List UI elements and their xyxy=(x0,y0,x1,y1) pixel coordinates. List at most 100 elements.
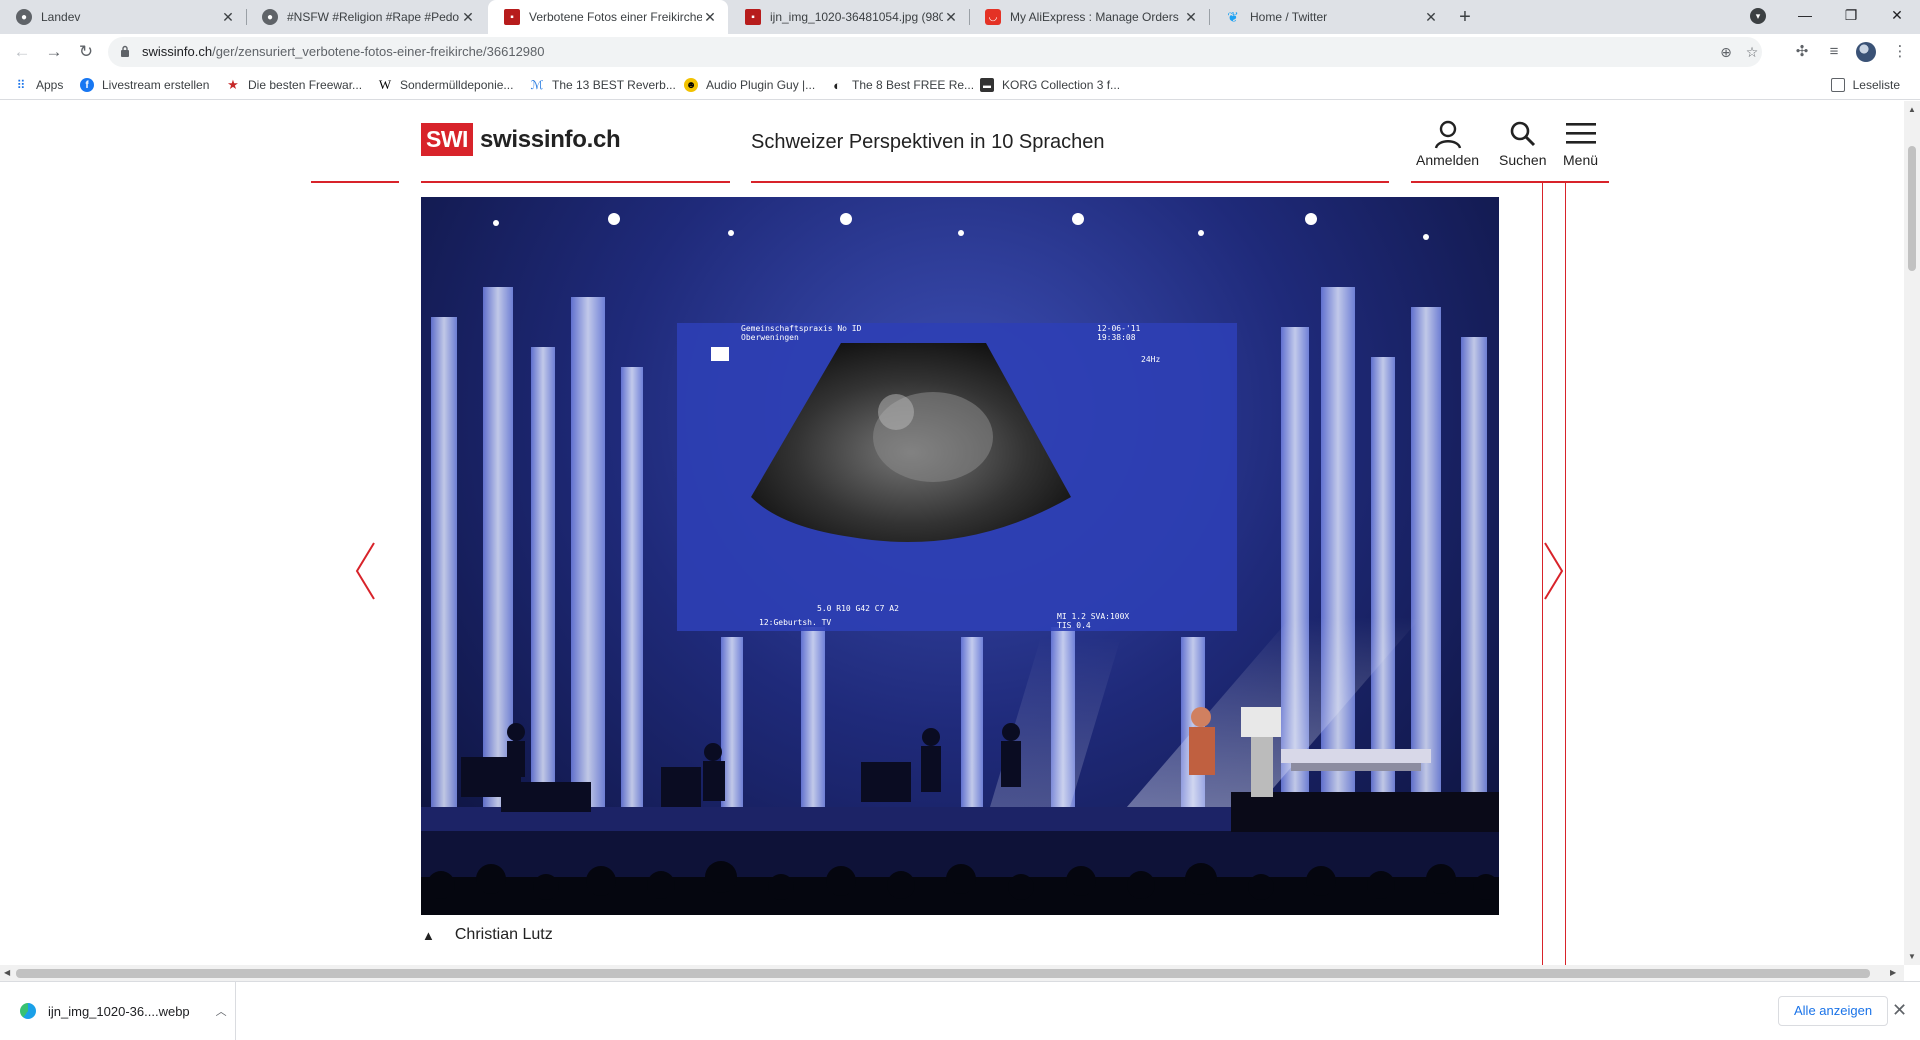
facebook-icon: f xyxy=(80,78,94,92)
download-item[interactable]: ijn_img_1020-36....webp ︿ xyxy=(0,982,236,1040)
show-all-downloads-button[interactable]: Alle anzeigen xyxy=(1778,996,1889,1026)
scroll-up-arrow-icon[interactable]: ▲ xyxy=(1908,105,1916,114)
menu-button[interactable]: Menü xyxy=(1563,119,1598,168)
bookmark-star-icon[interactable]: ☆ xyxy=(1742,42,1762,62)
close-tab-icon[interactable]: ✕ xyxy=(460,9,476,25)
lock-icon[interactable] xyxy=(120,45,130,57)
user-icon xyxy=(1434,120,1461,149)
music-icon: ℳ xyxy=(530,78,544,92)
photo-caption: ▲ Christian Lutz xyxy=(422,926,553,943)
swi-favicon-icon: ▪ xyxy=(745,9,761,25)
reading-list-icon xyxy=(1830,78,1845,92)
reading-list-button[interactable]: Leseliste xyxy=(1830,76,1900,94)
bookmark-livestream[interactable]: f Livestream erstellen xyxy=(80,76,209,94)
tab-verbotene-fotos[interactable]: ▪ Verbotene Fotos einer Freikirche ✕ xyxy=(488,0,728,34)
sidebar-divider xyxy=(1565,183,1566,965)
star-red-icon: ★ xyxy=(227,77,239,92)
search-button[interactable]: Suchen xyxy=(1499,119,1546,168)
bookmark-best-free[interactable]: ◐ The 8 Best FREE Re... xyxy=(830,76,974,94)
bookmark-korg[interactable]: ▬ KORG Collection 3 f... xyxy=(980,76,1120,94)
minimize-button[interactable]: — xyxy=(1782,0,1828,30)
close-window-button[interactable]: ✕ xyxy=(1874,0,1920,30)
swi-favicon-icon: ▪ xyxy=(504,9,520,25)
bookmark-reverb[interactable]: ℳ The 13 BEST Reverb... xyxy=(530,76,676,94)
back-button[interactable]: ← xyxy=(10,40,34,64)
tab-landev[interactable]: ● Landev ✕ xyxy=(0,0,247,34)
generic-globe-icon: ● xyxy=(16,9,32,25)
moon-icon: ◐ xyxy=(833,77,841,93)
new-tab-button[interactable]: + xyxy=(1453,5,1477,29)
korg-icon: ▬ xyxy=(980,78,994,92)
url-text[interactable]: swissinfo.ch/ger/zensuriert_verbotene-fo… xyxy=(142,44,545,59)
bookmark-sondermuell[interactable]: W Sondermülldeponie... xyxy=(378,76,514,94)
media-control-icon[interactable]: ≡ xyxy=(1822,40,1846,64)
vertical-scroll-thumb[interactable] xyxy=(1908,146,1916,271)
scan-time-text: 19:38:08 xyxy=(1097,333,1136,342)
plugin-guy-icon: ☻ xyxy=(684,78,698,92)
address-bar[interactable]: swissinfo.ch/ger/zensuriert_verbotene-fo… xyxy=(108,37,1762,67)
generic-globe-icon: ● xyxy=(262,9,278,25)
horizontal-scrollbar[interactable]: ◀ ▶ xyxy=(0,965,1904,981)
profile-avatar[interactable] xyxy=(1856,42,1876,62)
header-divider xyxy=(1411,181,1609,183)
caption-toggle-icon[interactable]: ▲ xyxy=(422,928,435,943)
bookmarks-bar: ⠿ Apps f Livestream erstellen ★ Die best… xyxy=(0,70,1920,100)
extensions-icon[interactable]: ✣ xyxy=(1790,40,1814,64)
scroll-left-arrow-icon[interactable]: ◀ xyxy=(4,968,10,977)
twitter-icon: ❦ xyxy=(1227,8,1239,25)
scan-location-text: Oberweningen xyxy=(741,333,799,342)
window-controls: — ❐ ✕ xyxy=(1782,0,1920,34)
tab-nsfw[interactable]: ● #NSFW #Religion #Rape #Pedo # ✕ xyxy=(246,0,486,34)
scan-hz-text: 24Hz xyxy=(1141,355,1160,364)
close-tab-icon[interactable]: ✕ xyxy=(1423,9,1439,25)
tab-aliexpress[interactable]: ◡ My AliExpress : Manage Orders ✕ xyxy=(969,0,1210,34)
scan-tis-text: TIS 0.4 xyxy=(1057,621,1091,630)
zoom-icon[interactable]: ⊕ xyxy=(1716,42,1736,62)
scroll-right-arrow-icon[interactable]: ▶ xyxy=(1890,968,1896,977)
bookmark-plugin-guy[interactable]: ☻ Audio Plugin Guy |... xyxy=(684,76,815,94)
scan-mode-text: 12:Geburtsh. TV xyxy=(759,618,831,627)
next-photo-arrow-icon[interactable] xyxy=(1541,541,1565,601)
hamburger-menu-icon xyxy=(1565,123,1596,144)
stage-ultrasound-image: Gemeinschaftspraxis No ID Oberweningen 1… xyxy=(421,213,1499,915)
edge-file-icon xyxy=(20,1003,36,1019)
scan-mi-text: MI 1.2 SVA:100X xyxy=(1057,612,1129,621)
browser-toolbar: ← → ↻ swissinfo.ch/ger/zensuriert_verbot… xyxy=(0,34,1920,70)
close-shelf-icon[interactable]: ✕ xyxy=(1892,1000,1907,1021)
scan-date-text: 12-06-'11 xyxy=(1097,324,1141,333)
vertical-scrollbar[interactable]: ▲ ▼ xyxy=(1904,101,1920,965)
close-tab-icon[interactable]: ✕ xyxy=(220,9,236,25)
header-divider xyxy=(751,181,1389,183)
header-divider xyxy=(421,181,730,183)
chevron-up-icon[interactable]: ︿ xyxy=(216,1003,227,1019)
forward-button[interactable]: → xyxy=(42,40,66,64)
close-tab-icon[interactable]: ✕ xyxy=(943,9,959,25)
chrome-menu-icon[interactable]: ⋮ xyxy=(1888,40,1912,64)
horizontal-scroll-thumb[interactable] xyxy=(16,969,1870,978)
scroll-down-arrow-icon[interactable]: ▼ xyxy=(1908,952,1916,961)
gallery-photo[interactable]: Gemeinschaftspraxis No ID Oberweningen 1… xyxy=(421,197,1499,915)
scan-params-text: 5.0 R10 G42 C7 A2 xyxy=(817,604,899,613)
web-page: SWI swissinfo.ch Schweizer Perspektiven … xyxy=(0,101,1904,965)
restore-button[interactable]: ❐ xyxy=(1828,0,1874,30)
tab-twitter[interactable]: ❦ Home / Twitter ✕ xyxy=(1209,0,1449,34)
tab-image-jpg[interactable]: ▪ ijn_img_1020-36481054.jpg (980 ✕ xyxy=(729,0,970,34)
close-tab-icon[interactable]: ✕ xyxy=(1183,9,1199,25)
wikipedia-icon: W xyxy=(378,77,392,92)
previous-photo-arrow-icon[interactable] xyxy=(354,541,378,601)
reload-button[interactable]: ↻ xyxy=(74,40,98,64)
search-icon xyxy=(1510,121,1535,147)
aliexpress-icon: ◡ xyxy=(985,9,1001,25)
header-divider xyxy=(311,181,399,183)
site-logo[interactable]: SWI swissinfo.ch xyxy=(421,123,621,156)
tab-search-icon[interactable]: ▾ xyxy=(1750,8,1766,24)
bookmark-freeware[interactable]: ★ Die besten Freewar... xyxy=(226,76,362,94)
apps-grid-icon: ⠿ xyxy=(16,78,26,92)
scan-header-text: Gemeinschaftspraxis No ID xyxy=(741,324,862,333)
bookmark-apps[interactable]: ⠿ Apps xyxy=(14,76,64,94)
close-tab-icon[interactable]: ✕ xyxy=(702,9,718,25)
tab-strip: ● Landev ✕ ● #NSFW #Religion #Rape #Pedo… xyxy=(0,0,1920,34)
login-button[interactable]: Anmelden xyxy=(1416,119,1479,168)
site-tagline: Schweizer Perspektiven in 10 Sprachen xyxy=(751,131,1105,153)
download-shelf: ijn_img_1020-36....webp ︿ Alle anzeigen … xyxy=(0,981,1920,1040)
